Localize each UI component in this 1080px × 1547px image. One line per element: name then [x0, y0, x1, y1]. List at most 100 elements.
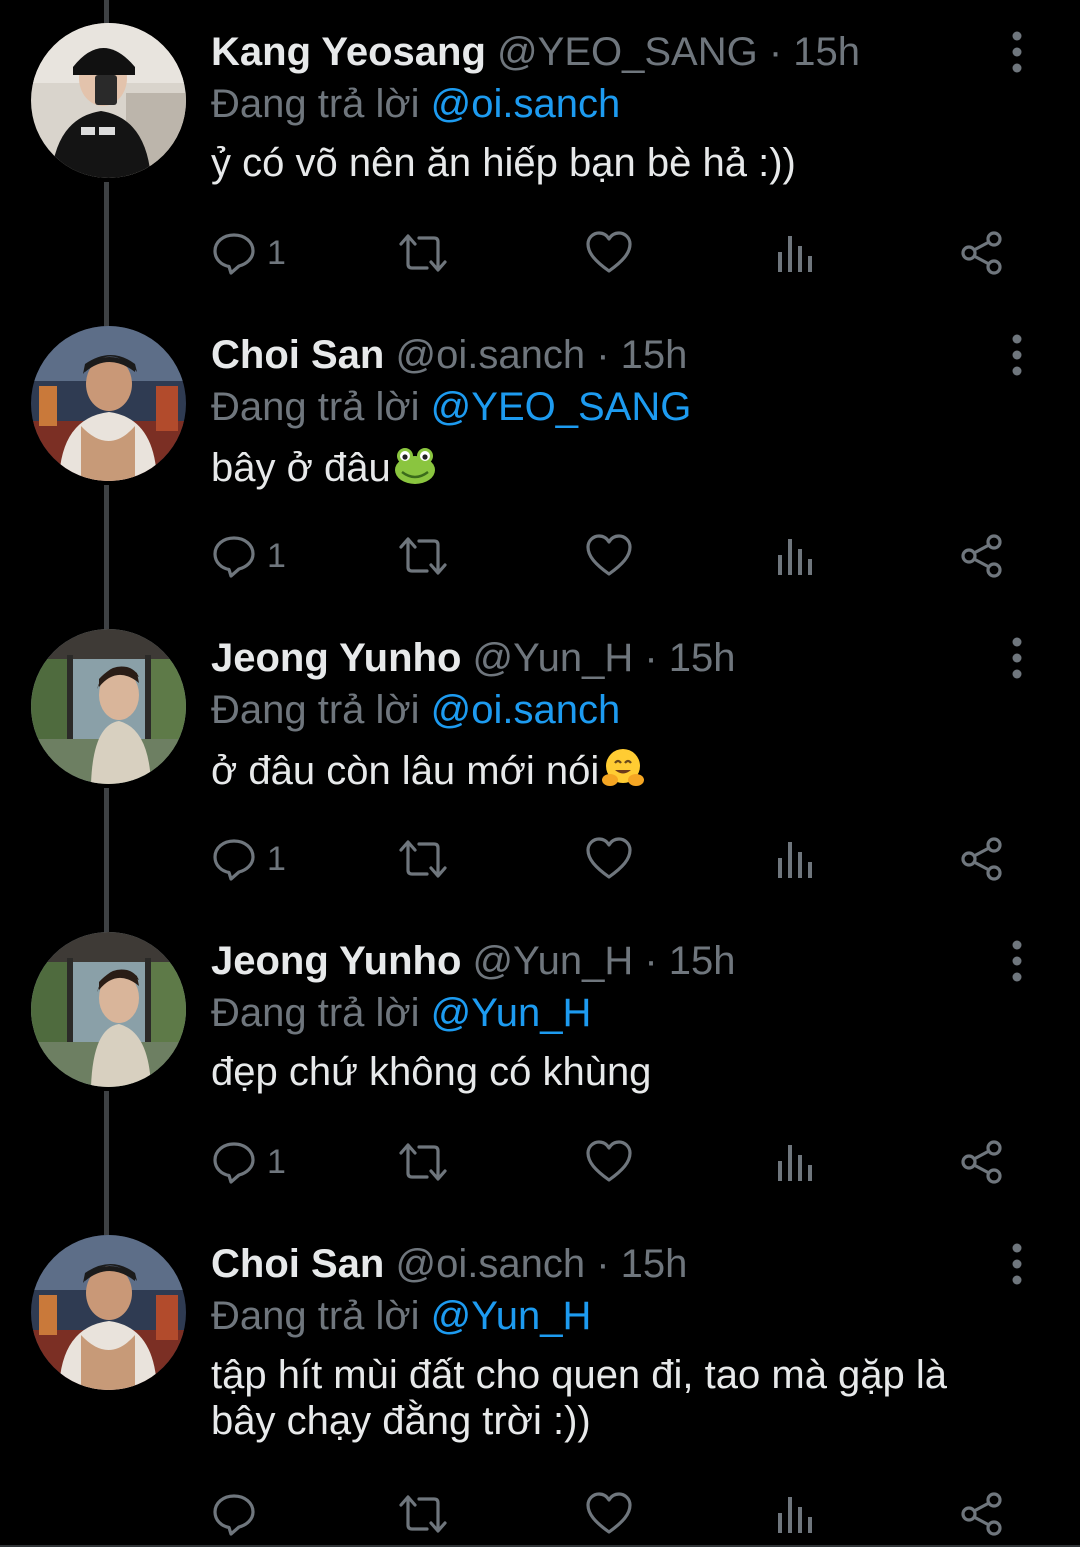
tweet[interactable]: Jeong Yunho @Yun_H · 15h Đang trả lời @o… — [0, 606, 1080, 909]
views-icon — [778, 539, 812, 575]
share-icon — [961, 534, 1002, 578]
like-button[interactable] — [585, 530, 633, 582]
tweet-timestamp[interactable]: 15h — [621, 1242, 688, 1286]
retweet-icon — [399, 1143, 447, 1181]
reply-icon — [213, 233, 255, 275]
user-handle[interactable]: @Yun_H — [473, 939, 634, 983]
avatar[interactable] — [31, 1235, 186, 1390]
retweet-button[interactable] — [397, 1136, 449, 1188]
more-options-icon[interactable] — [1002, 30, 1032, 74]
tweet-actions — [211, 1488, 1011, 1540]
reply-button[interactable]: 1 — [211, 833, 286, 885]
reply-button[interactable]: 1 — [211, 1136, 286, 1188]
retweet-button[interactable] — [397, 530, 449, 582]
reply-count: 1 — [267, 536, 286, 575]
replying-to: Đang trả lời @oi.sanch — [211, 78, 1011, 130]
avatar[interactable] — [31, 23, 186, 178]
tweet-text: ỷ có võ nên ăn hiếp bạn bè hả :)) — [211, 140, 1011, 186]
display-name[interactable]: Choi San — [211, 333, 384, 377]
tweet-header: Jeong Yunho @Yun_H · 15h — [211, 935, 1011, 987]
retweet-button[interactable] — [397, 227, 449, 279]
tweet-text-body: bây ở đâu — [211, 446, 391, 490]
tweet-text-body: ỷ có võ nên ăn hiếp bạn bè hả :)) — [211, 141, 796, 185]
avatar[interactable] — [31, 932, 186, 1087]
user-handle[interactable]: @Yun_H — [473, 636, 634, 680]
like-button[interactable] — [585, 1488, 633, 1540]
hugging-face-emoji — [602, 749, 645, 786]
views-button[interactable] — [775, 833, 815, 885]
tweet[interactable]: Jeong Yunho @Yun_H · 15h Đang trả lời @Y… — [0, 909, 1080, 1212]
tweet-timestamp[interactable]: 15h — [621, 333, 688, 377]
reply-icon — [213, 1494, 255, 1536]
user-handle[interactable]: @YEO_SANG — [497, 30, 758, 74]
display-name[interactable]: Kang Yeosang — [211, 30, 486, 74]
views-icon — [778, 1497, 812, 1533]
like-button[interactable] — [585, 227, 633, 279]
mention-link[interactable]: @Yun_H — [431, 991, 592, 1035]
retweet-icon — [399, 1495, 447, 1533]
replying-to-label: Đang trả lời — [211, 688, 420, 732]
views-button[interactable] — [775, 1488, 815, 1540]
tweet-text: bây ở đâu — [211, 443, 1011, 491]
share-button[interactable] — [959, 530, 1005, 582]
like-button[interactable] — [585, 833, 633, 885]
tweet-actions: 1 — [211, 1136, 1011, 1188]
mention-link[interactable]: @oi.sanch — [431, 688, 621, 732]
avatar[interactable] — [31, 326, 186, 481]
display-name[interactable]: Choi San — [211, 1242, 384, 1286]
display-name[interactable]: Jeong Yunho — [211, 939, 461, 983]
more-options-icon[interactable] — [1002, 636, 1032, 680]
share-button[interactable] — [959, 227, 1005, 279]
reply-button[interactable]: 1 — [211, 530, 286, 582]
like-icon — [586, 231, 632, 273]
like-icon — [586, 837, 632, 879]
mention-link[interactable]: @Yun_H — [431, 1294, 592, 1338]
share-button[interactable] — [959, 1488, 1005, 1540]
like-button[interactable] — [585, 1136, 633, 1188]
retweet-button[interactable] — [397, 1488, 449, 1540]
retweet-button[interactable] — [397, 833, 449, 885]
reply-icon — [213, 536, 255, 578]
choi-san-avatar-image — [31, 326, 186, 481]
more-options-icon[interactable] — [1002, 333, 1032, 377]
user-handle[interactable]: @oi.sanch — [395, 333, 585, 377]
tweet[interactable]: Choi San @oi.sanch · 15h Đang trả lời @Y… — [0, 303, 1080, 606]
share-button[interactable] — [959, 833, 1005, 885]
views-button[interactable] — [775, 1136, 815, 1188]
tweet-content: Choi San @oi.sanch · 15h Đang trả lời @Y… — [211, 329, 1011, 491]
replying-to-label: Đang trả lời — [211, 991, 420, 1035]
tweet-timestamp[interactable]: 15h — [793, 30, 860, 74]
mention-link[interactable]: @YEO_SANG — [431, 385, 692, 429]
tweet[interactable]: Kang Yeosang @YEO_SANG · 15h Đang trả lờ… — [0, 0, 1080, 303]
tweet-content: Kang Yeosang @YEO_SANG · 15h Đang trả lờ… — [211, 26, 1011, 186]
jeong-yunho-avatar-image — [31, 629, 186, 784]
replying-to: Đang trả lời @YEO_SANG — [211, 381, 1011, 433]
user-handle[interactable]: @oi.sanch — [395, 1242, 585, 1286]
tweet-timestamp[interactable]: 15h — [669, 636, 736, 680]
avatar[interactable] — [31, 629, 186, 784]
tweet-content: Jeong Yunho @Yun_H · 15h Đang trả lời @Y… — [211, 935, 1011, 1095]
tweet[interactable]: Choi San @oi.sanch · 15h Đang trả lời @Y… — [0, 1212, 1080, 1547]
reply-button[interactable] — [211, 1488, 267, 1540]
share-button[interactable] — [959, 1136, 1005, 1188]
tweet-content: Jeong Yunho @Yun_H · 15h Đang trả lời @o… — [211, 632, 1011, 794]
tweet-text: đẹp chứ không có khùng — [211, 1049, 1011, 1095]
tweet-actions: 1 — [211, 833, 1011, 885]
tweet-actions: 1 — [211, 530, 1011, 582]
kang-yeosang-avatar-image — [31, 23, 186, 178]
more-options-icon[interactable] — [1002, 939, 1032, 983]
tweet-timestamp[interactable]: 15h — [669, 939, 736, 983]
replying-to: Đang trả lời @Yun_H — [211, 1290, 1011, 1342]
more-options-icon[interactable] — [1002, 1242, 1032, 1286]
views-button[interactable] — [775, 227, 815, 279]
reply-icon — [213, 1142, 255, 1184]
tweet-header: Choi San @oi.sanch · 15h — [211, 329, 1011, 381]
replying-to-label: Đang trả lời — [211, 82, 420, 126]
tweet-text: ở đâu còn lâu mới nói — [211, 746, 1011, 794]
reply-count: 1 — [267, 1142, 286, 1181]
views-button[interactable] — [775, 530, 815, 582]
retweet-icon — [399, 840, 447, 878]
mention-link[interactable]: @oi.sanch — [431, 82, 621, 126]
display-name[interactable]: Jeong Yunho — [211, 636, 461, 680]
reply-button[interactable]: 1 — [211, 227, 286, 279]
